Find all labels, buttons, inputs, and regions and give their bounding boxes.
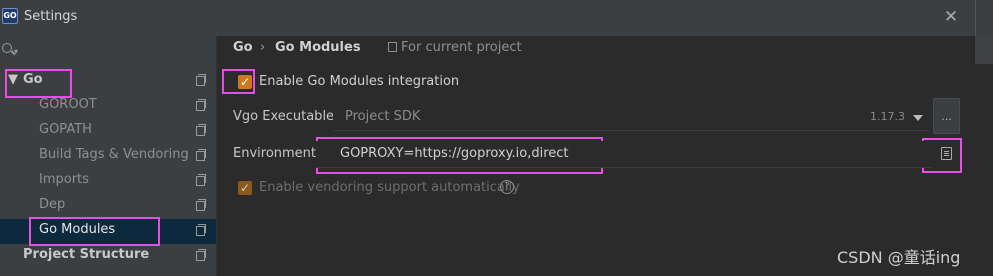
sidebar-item-project-structure[interactable]: Project Structure (0, 244, 216, 269)
sidebar-item-label: Build Tags & Vendoring (39, 147, 189, 162)
sidebar-item-label: Project Structure (23, 247, 150, 262)
vendoring-checkbox[interactable]: ✓ (238, 181, 252, 195)
project-scope-icon (196, 99, 206, 111)
close-icon[interactable]: ✕ (941, 7, 961, 27)
sidebar-item-label: Dep (39, 197, 66, 212)
project-scope-icon (196, 124, 206, 136)
search-icon[interactable]: ▾ (2, 43, 20, 59)
sidebar-item-build-tags[interactable]: Build Tags & Vendoring (0, 144, 216, 169)
project-scope-icon (196, 174, 206, 186)
title-bar: GO Settings ✕ (0, 0, 993, 36)
project-scope-icon (196, 249, 206, 261)
sidebar-item-gopath[interactable]: GOPATH (0, 119, 216, 144)
window-title: Settings (24, 9, 78, 24)
environment-value: GOPROXY=https://goproxy.io,direct (340, 146, 569, 161)
sidebar-item-imports[interactable]: Imports (0, 169, 216, 194)
breadcrumb-parent[interactable]: Go (233, 40, 253, 55)
scrollbar[interactable] (975, 36, 993, 64)
sidebar-item-label: Imports (39, 172, 89, 187)
vgo-executable-select[interactable]: Project SDK 1.17.3 (333, 104, 929, 131)
project-scope-icon (196, 74, 206, 86)
title-divider (975, 0, 976, 36)
sidebar-item-label: GOPATH (39, 122, 92, 137)
enable-modules-checkbox[interactable]: ✓ (238, 75, 252, 89)
sdk-version: 1.17.3 (870, 110, 905, 123)
vgo-executable-label: Vgo Executable: (233, 109, 339, 124)
project-scope-icon (196, 224, 206, 236)
highlight-box-go (5, 69, 72, 98)
sidebar-item-label: GOROOT (39, 97, 97, 112)
enable-modules-label[interactable]: Enable Go Modules integration (259, 74, 459, 89)
sidebar-divider (216, 36, 217, 276)
breadcrumb-separator: › (260, 40, 266, 55)
project-scope-icon (196, 149, 206, 161)
vendoring-label: Enable vendoring support automatically (259, 180, 520, 195)
project-scope-icon (196, 199, 206, 211)
watermark: CSDN @童话ing (837, 248, 961, 267)
edit-environment-icon[interactable] (941, 147, 952, 160)
help-icon[interactable]: ? (500, 180, 514, 194)
environment-label: Environment: (233, 146, 321, 161)
breadcrumb-scope: For current project (388, 40, 522, 55)
sidebar-item-dep[interactable]: Dep (0, 194, 216, 219)
chevron-down-icon[interactable] (913, 115, 923, 121)
breadcrumb-current: Go Modules (275, 40, 361, 55)
environment-field[interactable]: GOPROXY=https://goproxy.io,direct (316, 141, 933, 168)
goland-app-icon: GO (2, 8, 18, 24)
vgo-executable-value: Project SDK (345, 109, 421, 124)
highlight-box-go-modules (29, 217, 160, 246)
browse-button[interactable]: ... (933, 98, 960, 134)
scope-label: For current project (401, 40, 522, 55)
project-scope-icon (388, 42, 397, 52)
